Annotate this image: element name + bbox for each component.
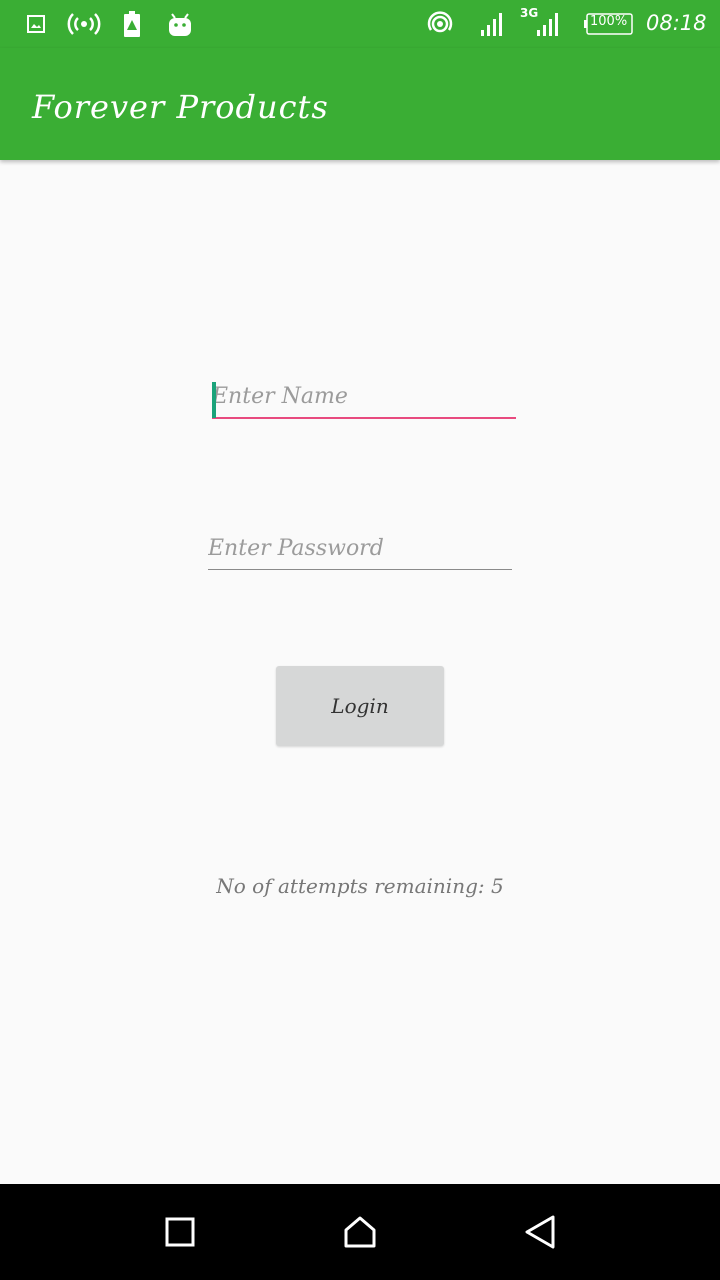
- battery-alert-icon: [120, 8, 144, 40]
- gallery-icon: [24, 8, 48, 40]
- name-field[interactable]: [212, 384, 516, 419]
- app-title: Forever Products: [32, 88, 329, 126]
- navigation-bar: [0, 1184, 720, 1280]
- app-bar: Forever Products: [0, 48, 720, 160]
- home-icon[interactable]: [336, 1208, 384, 1256]
- status-bar: 3G 100% 08:18: [0, 0, 720, 48]
- back-icon[interactable]: [516, 1208, 564, 1256]
- login-button[interactable]: Login: [276, 666, 444, 746]
- attempts-remaining-text: No of attempts remaining: 5: [216, 874, 504, 898]
- recents-icon[interactable]: [156, 1208, 204, 1256]
- clock: 08:18: [646, 11, 707, 35]
- wifi-icon: [424, 8, 456, 40]
- password-field[interactable]: [208, 536, 512, 570]
- hotspot-icon: [64, 8, 104, 40]
- battery-percent: 100%: [590, 14, 628, 29]
- name-input[interactable]: [212, 384, 516, 417]
- password-input[interactable]: [208, 536, 512, 569]
- signal-3g-icon: [534, 8, 562, 40]
- signal-icon: [478, 8, 506, 40]
- android-icon: [166, 8, 194, 40]
- text-cursor: [212, 382, 216, 418]
